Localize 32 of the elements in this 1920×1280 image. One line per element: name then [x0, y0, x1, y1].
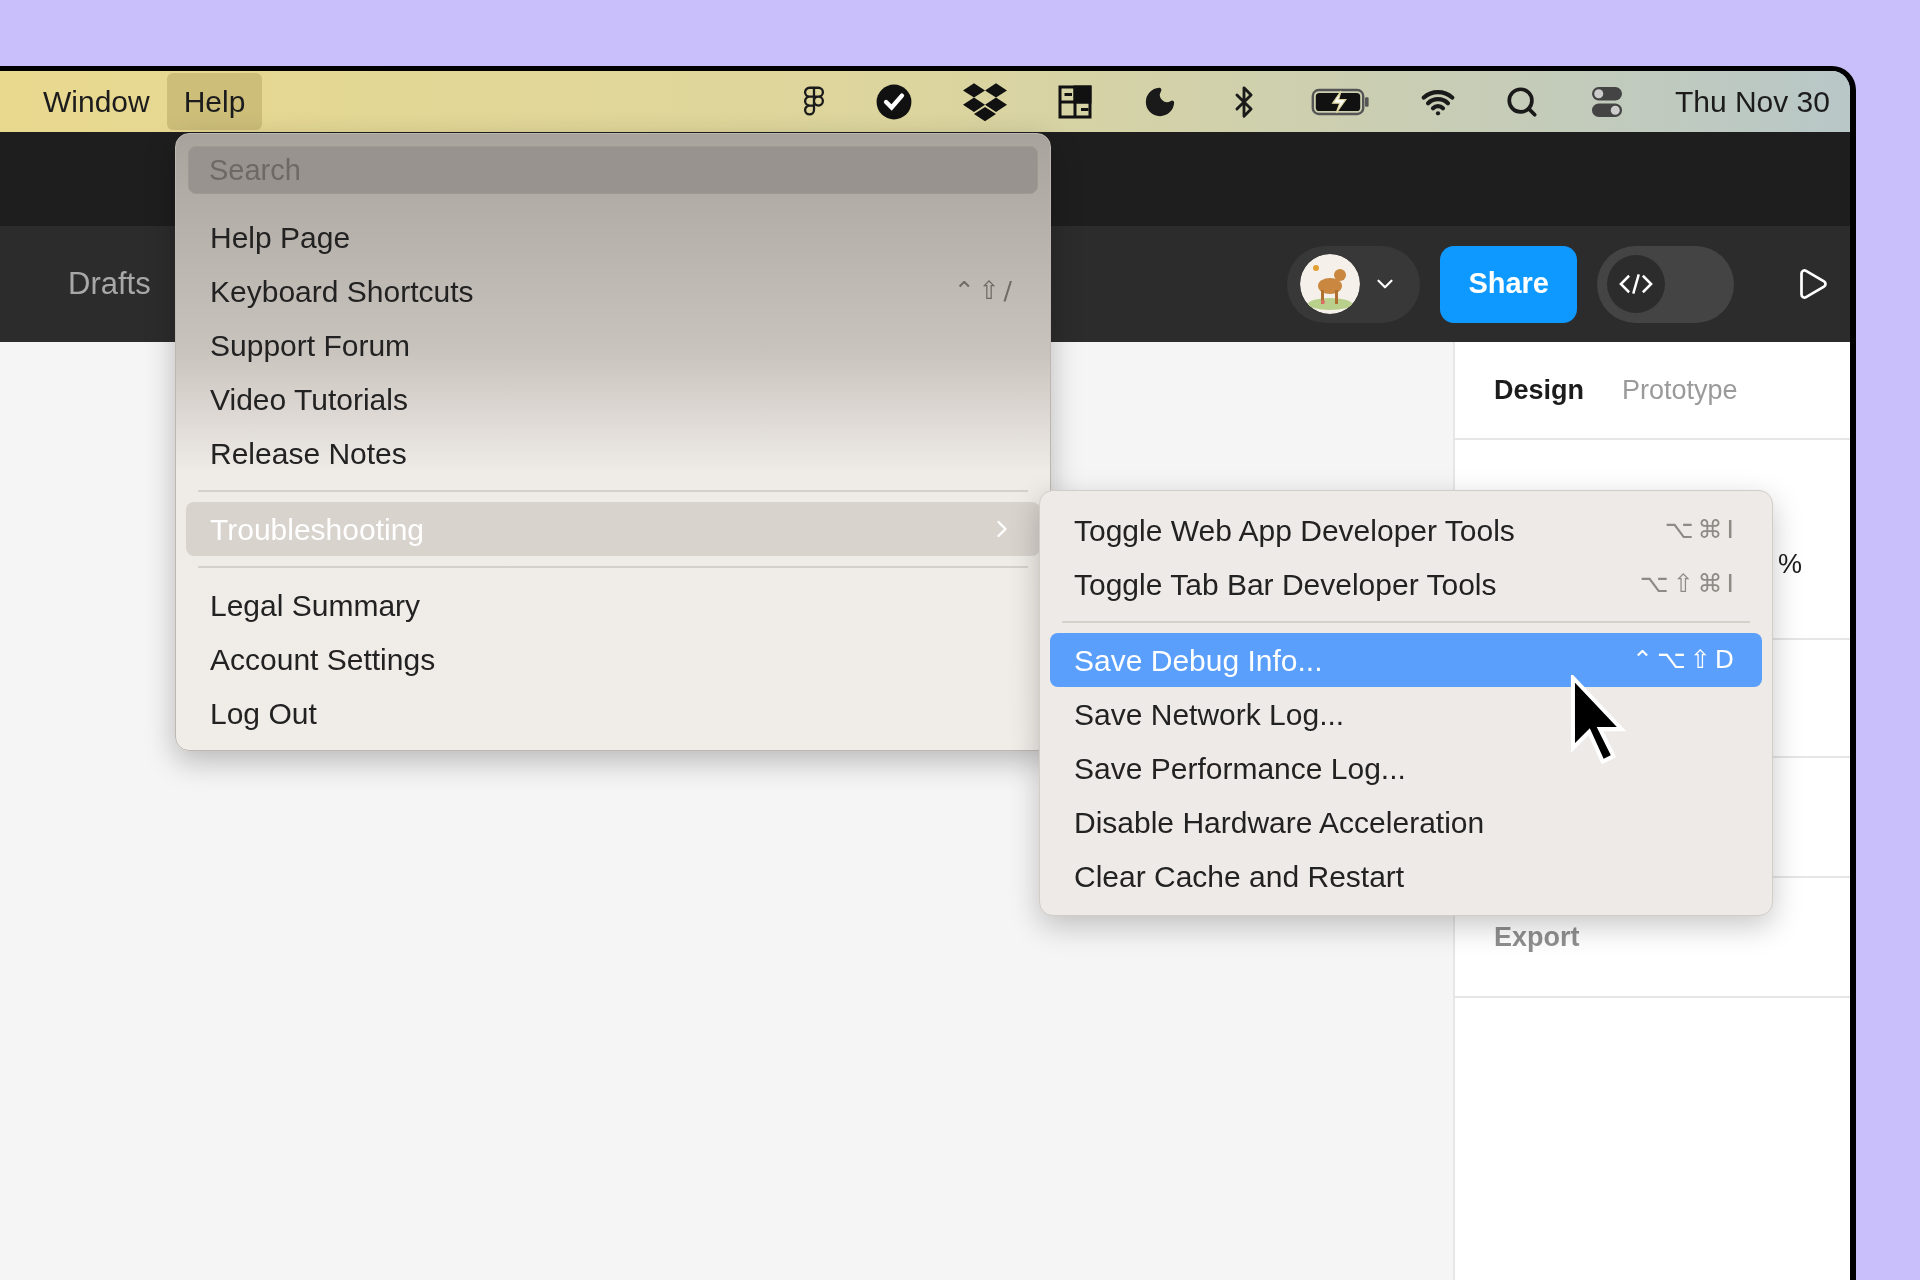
menu-item[interactable]: Legal Summary	[186, 578, 1040, 632]
menu-item[interactable]: Toggle Web App Developer Tools ⌥⌘I	[1050, 503, 1762, 557]
menu-item[interactable]: Toggle Tab Bar Developer Tools ⌥⇧⌘I	[1050, 557, 1762, 611]
window-panels-icon[interactable]	[1056, 83, 1093, 120]
breadcrumb[interactable]: Drafts	[68, 260, 151, 308]
menu-item[interactable]: Log Out	[186, 686, 1040, 740]
shortcut: ⌥⌘I	[1664, 514, 1738, 547]
partial-text: %	[1778, 547, 1802, 581]
menu-item[interactable]: Disable Hardware Acceleration	[1050, 795, 1762, 849]
menu-item[interactable]: Support Forum	[186, 318, 1040, 372]
menu-bar-item[interactable]: Window	[26, 73, 167, 130]
figma-logo-icon[interactable]	[802, 85, 825, 118]
menu-item[interactable]: Help Page	[186, 210, 1040, 264]
shortcut: ⌃⇧/	[953, 275, 1016, 308]
battery-charging-icon[interactable]	[1310, 86, 1371, 117]
shortcut: ⌃⌥⇧D	[1632, 644, 1738, 677]
menu-bar-item[interactable]: Help	[166, 73, 263, 130]
checkmark-circle-icon[interactable]	[874, 82, 913, 121]
menu-item[interactable]: Release Notes	[186, 426, 1040, 480]
shortcut: ⌥⇧⌘I	[1639, 568, 1738, 601]
search-icon[interactable]	[1504, 84, 1539, 119]
code-icon	[1618, 273, 1654, 295]
menu-item[interactable]: Save Network Log...	[1050, 687, 1762, 741]
panel-tab[interactable]: Design	[1494, 369, 1585, 411]
menu-item[interactable]: Clear Cache and Restart	[1050, 849, 1762, 903]
menu-item[interactable]: Save Performance Log...	[1050, 741, 1762, 795]
section-title: Export	[1494, 920, 1580, 954]
dropbox-icon[interactable]	[962, 82, 1007, 121]
menu-bar-clock[interactable]: Thu Nov 30	[1674, 79, 1830, 124]
menu-item[interactable]: Account Settings	[186, 632, 1040, 686]
menu-item[interactable]: Video Tutorials	[186, 372, 1040, 426]
menu-item[interactable]: Keyboard Shortcuts ⌃⇧/	[186, 264, 1040, 318]
